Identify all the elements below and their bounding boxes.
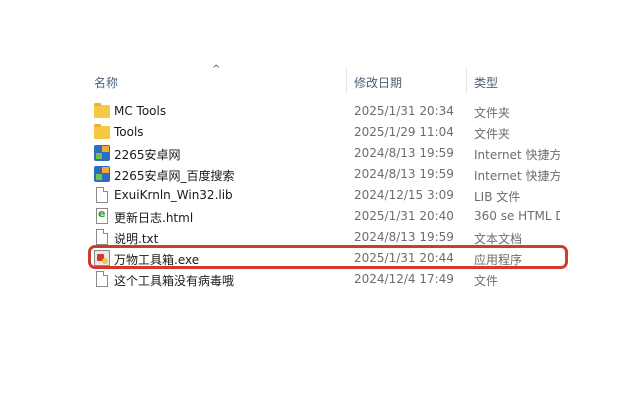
file-row-exuikrnln-lib[interactable]: ExuiKrnln_Win32.lib 2024/12/15 3:09 LIB …	[88, 185, 560, 206]
sort-ascending-icon: ^	[212, 64, 221, 75]
file-date: 2025/1/31 20:40	[354, 209, 454, 223]
column-header-type[interactable]: 类型	[474, 74, 498, 91]
file-date: 2024/12/4 17:49	[354, 272, 454, 286]
column-divider[interactable]	[466, 68, 467, 94]
file-name: Tools	[114, 125, 144, 139]
file-row-tools[interactable]: Tools 2025/1/29 11:04 文件夹	[88, 122, 560, 143]
file-type: 文件夹	[474, 127, 511, 141]
text-file-icon	[96, 229, 108, 245]
file-row-2265-baidu-shortcut[interactable]: 2265安卓网_百度搜索 2024/8/13 19:59 Internet 快捷…	[88, 164, 560, 185]
file-date: 2025/1/31 20:34	[354, 104, 454, 118]
highlight-box	[88, 245, 568, 269]
file-icon	[96, 271, 108, 287]
html-file-icon	[96, 207, 108, 224]
file-date: 2025/1/29 11:04	[354, 125, 454, 139]
file-date: 2024/12/15 3:09	[354, 188, 454, 202]
file-date: 2024/8/13 19:59	[354, 230, 454, 244]
folder-icon	[94, 124, 110, 139]
file-name: 2265安卓网	[114, 148, 181, 162]
file-name: ExuiKrnln_Win32.lib	[114, 188, 233, 202]
file-name: 更新日志.html	[114, 211, 194, 225]
file-name: 2265安卓网_百度搜索	[114, 169, 235, 183]
file-row-2265-shortcut[interactable]: 2265安卓网 2024/8/13 19:59 Internet 快捷方式	[88, 143, 560, 164]
file-icon	[96, 187, 108, 203]
file-type: Internet 快捷方式	[474, 169, 560, 183]
column-header-date[interactable]: 修改日期	[354, 74, 402, 91]
file-type: 文件夹	[474, 106, 511, 120]
file-name: 这个工具箱没有病毒哦	[114, 274, 235, 288]
file-type: 360 se HTML Document	[474, 209, 560, 223]
file-row-no-virus[interactable]: 这个工具箱没有病毒哦 2024/12/4 17:49 文件	[88, 269, 560, 290]
url-shortcut-icon	[94, 166, 110, 182]
column-divider[interactable]	[346, 68, 347, 94]
file-date: 2024/8/13 19:59	[354, 167, 454, 181]
file-name: MC Tools	[114, 104, 167, 118]
file-type: Internet 快捷方式	[474, 148, 560, 162]
column-header-name[interactable]: 名称	[94, 74, 118, 91]
file-date: 2024/8/13 19:59	[354, 146, 454, 160]
file-row-mc-tools[interactable]: MC Tools 2025/1/31 20:34 文件夹	[88, 101, 560, 122]
file-type: LIB 文件	[474, 190, 521, 204]
url-shortcut-icon	[94, 145, 110, 161]
file-row-changelog-html[interactable]: 更新日志.html 2025/1/31 20:40 360 se HTML Do…	[88, 206, 560, 227]
folder-icon	[94, 103, 110, 118]
file-type: 文件	[474, 274, 499, 288]
